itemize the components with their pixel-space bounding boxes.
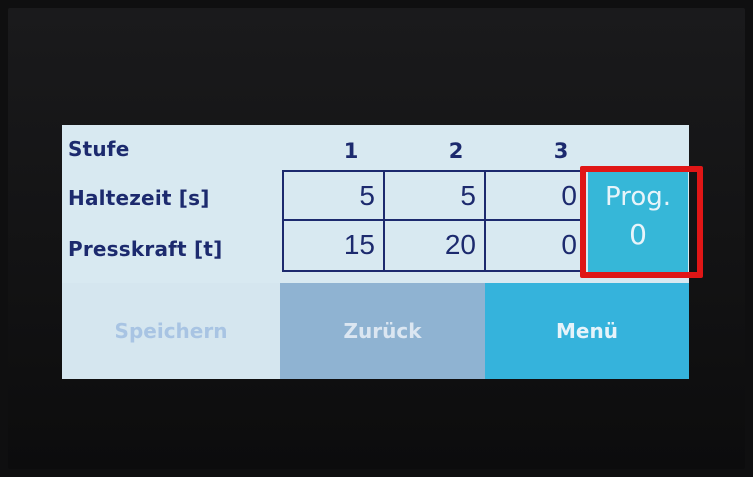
presskraft-stufe-1[interactable]: 15 [284,221,385,270]
label-presskraft: Presskraft [t] [68,237,223,261]
parameter-grid: 5 5 0 15 20 0 [282,170,585,272]
save-button[interactable]: Speichern [62,283,280,379]
label-stufe: Stufe [68,137,130,161]
haltezeit-stufe-2[interactable]: 5 [385,172,486,221]
prog-highlight-frame [580,166,703,278]
column-header-3: 3 [553,139,569,163]
presskraft-stufe-3[interactable]: 0 [486,221,585,270]
column-header-2: 2 [448,139,464,163]
label-haltezeit: Haltezeit [s] [68,186,210,210]
presskraft-stufe-2[interactable]: 20 [385,221,486,270]
column-header-1: 1 [343,139,359,163]
back-button[interactable]: Zurück [280,283,485,379]
haltezeit-stufe-3[interactable]: 0 [486,172,585,221]
haltezeit-stufe-1[interactable]: 5 [284,172,385,221]
menu-button[interactable]: Menü [485,283,689,379]
